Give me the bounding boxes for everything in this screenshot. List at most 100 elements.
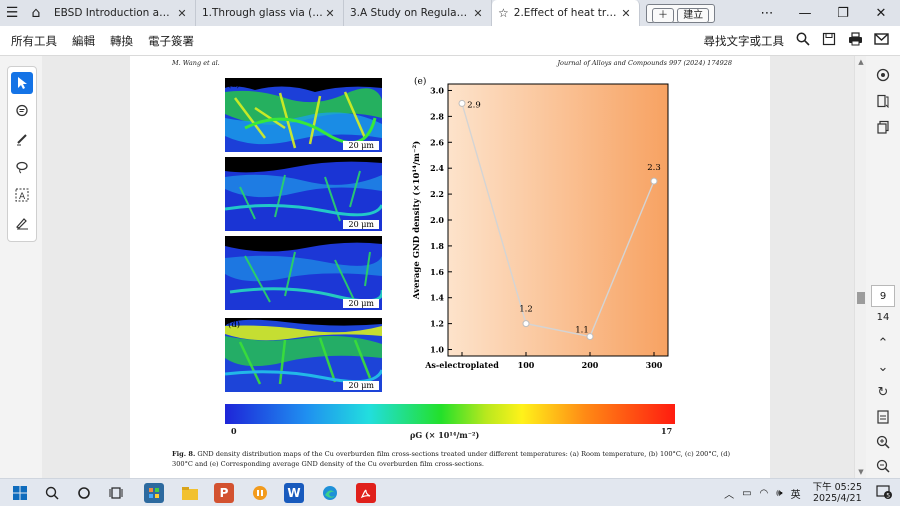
app-orange-icon[interactable]	[250, 483, 270, 503]
hamburger-menu-icon[interactable]: ☰	[0, 0, 24, 26]
zoom-out-icon[interactable]	[871, 455, 895, 477]
scale-bar-label: 20 μm	[343, 220, 379, 229]
x-tick-label: 200	[582, 360, 599, 370]
ebsd-map-panel-d: (d) 20 μm	[225, 318, 382, 392]
chart-panel-label: (e)	[414, 76, 426, 87]
clock-time: 下午 05:25	[812, 482, 862, 493]
acrobat-icon[interactable]	[356, 483, 376, 503]
caption-text: GND density distribution maps of the Cu …	[172, 450, 731, 468]
comment-icon[interactable]	[11, 100, 33, 122]
scale-bar-label: 20 μm	[343, 299, 379, 308]
restore-icon[interactable]: ❐	[824, 0, 862, 26]
input-method-indicator[interactable]: 英	[791, 486, 801, 501]
volume-icon[interactable]: 🕪	[776, 488, 782, 499]
cortana-icon[interactable]	[74, 483, 94, 503]
y-tick-label: 1.6	[430, 267, 444, 277]
panel-label: (c)	[228, 238, 240, 248]
gnd-colorbar	[225, 404, 675, 424]
copy-pages-icon[interactable]	[871, 116, 895, 138]
ai-assistant-icon[interactable]	[871, 64, 895, 86]
new-tab-button[interactable]: ＋ 建立	[646, 0, 716, 26]
scale-bar-label: 20 μm	[343, 141, 379, 150]
notification-center-icon[interactable]: 5	[876, 484, 892, 502]
select-cursor-icon[interactable]	[11, 72, 33, 94]
file-explorer-icon[interactable]	[180, 483, 200, 503]
rotate-icon[interactable]: ↻	[871, 381, 895, 403]
tab-study-regulating[interactable]: 3.A Study on Regulating the ... ✕	[344, 0, 492, 26]
vertical-scrollbar[interactable]: ▲ ▼	[854, 56, 866, 478]
powerpoint-icon[interactable]: P	[214, 483, 234, 503]
panel-label: (d)	[228, 320, 241, 330]
x-tick-label: As-electroplated	[424, 360, 499, 370]
show-hidden-icons-icon[interactable]: ︿	[724, 486, 734, 501]
zoom-in-icon[interactable]	[871, 431, 895, 453]
colorbar-max-label: 17	[661, 426, 673, 436]
mail-icon[interactable]	[868, 33, 894, 49]
print-icon[interactable]	[842, 32, 868, 50]
word-icon[interactable]: W	[284, 483, 304, 503]
edge-browser-icon[interactable]	[320, 483, 340, 503]
menu-convert[interactable]: 轉換	[110, 33, 133, 49]
figure-caption: Fig. 8. GND density distribution maps of…	[172, 450, 742, 469]
close-icon[interactable]: ✕	[175, 7, 189, 20]
menu-bar: 所有工具 編輯 轉換 電子簽署 尋找文字或工具	[0, 26, 900, 56]
lasso-icon[interactable]	[11, 156, 33, 178]
home-icon[interactable]: ⌂	[24, 0, 48, 26]
windows-taskbar: P W ︿ ▭ ◠ 🕪 英 下午 05:25 2025/4/21 5	[0, 478, 900, 506]
battery-icon[interactable]: ▭	[742, 488, 751, 499]
ebsd-map-panel-a: (a) 20 μm	[225, 78, 382, 152]
menu-edit[interactable]: 編輯	[72, 33, 95, 49]
data-label: 1.2	[519, 305, 533, 315]
tab-effect-of-heat-treatment[interactable]: ☆ 2.Effect of heat treat... ✕	[492, 0, 640, 26]
windows-start-icon[interactable]	[10, 483, 30, 503]
text-select-icon[interactable]: A	[11, 184, 33, 206]
minimize-icon[interactable]: —	[786, 0, 824, 26]
scrollbar-thumb[interactable]	[857, 292, 865, 304]
y-tick-label: 3.0	[430, 85, 444, 95]
pdf-page: M. Wang et al. Journal of Alloys and Com…	[130, 56, 770, 478]
data-point	[458, 99, 466, 107]
save-icon[interactable]	[816, 32, 842, 50]
more-options-icon[interactable]: ⋯	[748, 0, 786, 26]
y-tick-label: 2.0	[430, 215, 444, 225]
average-gnd-density-chart: (e) 1.0 1.2 1.4 1.6 1.8 2.0 2.2 2.4 2.6 2.8 3.0 Aver…	[411, 76, 669, 370]
page-number-input[interactable]: 9	[871, 285, 895, 307]
find-tools-label[interactable]: 尋找文字或工具	[704, 33, 785, 49]
tab-bar: ☰ ⌂ EBSD Introduction and Basic... ✕ 1.T…	[0, 0, 900, 26]
tab-ebsd-introduction[interactable]: EBSD Introduction and Basic... ✕	[48, 0, 196, 26]
page-count: 14	[876, 312, 890, 323]
system-tray: ︿ ▭ ◠ 🕪 英 下午 05:25 2025/4/21 5	[720, 479, 896, 506]
y-tick-label: 2.2	[430, 189, 444, 199]
clock[interactable]: 下午 05:25 2025/4/21	[813, 482, 862, 504]
search-icon[interactable]	[790, 32, 816, 50]
task-view-icon[interactable]	[106, 483, 126, 503]
star-icon[interactable]: ☆	[498, 6, 509, 20]
sign-icon[interactable]	[11, 212, 33, 234]
bookmark-icon[interactable]	[871, 90, 895, 112]
svg-text:A: A	[19, 192, 26, 202]
tab-through-glass-via[interactable]: 1.Through glass via (TGV) co... ✕	[196, 0, 344, 26]
menu-all-tools[interactable]: 所有工具	[11, 33, 57, 49]
extract-page-icon[interactable]	[871, 406, 895, 428]
wifi-icon[interactable]: ◠	[760, 488, 769, 499]
previous-page-icon[interactable]: ⌃	[871, 332, 895, 354]
menu-e-sign[interactable]: 電子簽署	[148, 33, 194, 49]
close-icon[interactable]: ✕	[471, 7, 485, 20]
pen-icon[interactable]	[11, 128, 33, 150]
running-header-journal: Journal of Alloys and Compounds 997 (202…	[557, 59, 732, 67]
app-photos-icon[interactable]	[144, 483, 164, 503]
close-icon[interactable]: ✕	[323, 7, 337, 20]
y-tick-label: 2.4	[430, 163, 444, 173]
next-page-icon[interactable]: ⌄	[871, 356, 895, 378]
close-icon[interactable]: ✕	[619, 7, 633, 20]
x-tick-label: 100	[518, 360, 535, 370]
data-label: 1.1	[575, 326, 589, 336]
document-area[interactable]: M. Wang et al. Journal of Alloys and Com…	[42, 56, 854, 478]
left-tool-panel: A	[0, 56, 42, 478]
panel-label: (b)	[228, 159, 241, 169]
y-tick-label: 2.6	[430, 137, 444, 147]
window-controls: ⋯ — ❐ ✕	[748, 0, 900, 26]
y-tick-label: 1.4	[430, 293, 444, 303]
taskbar-search-icon[interactable]	[42, 483, 62, 503]
close-window-icon[interactable]: ✕	[862, 0, 900, 26]
